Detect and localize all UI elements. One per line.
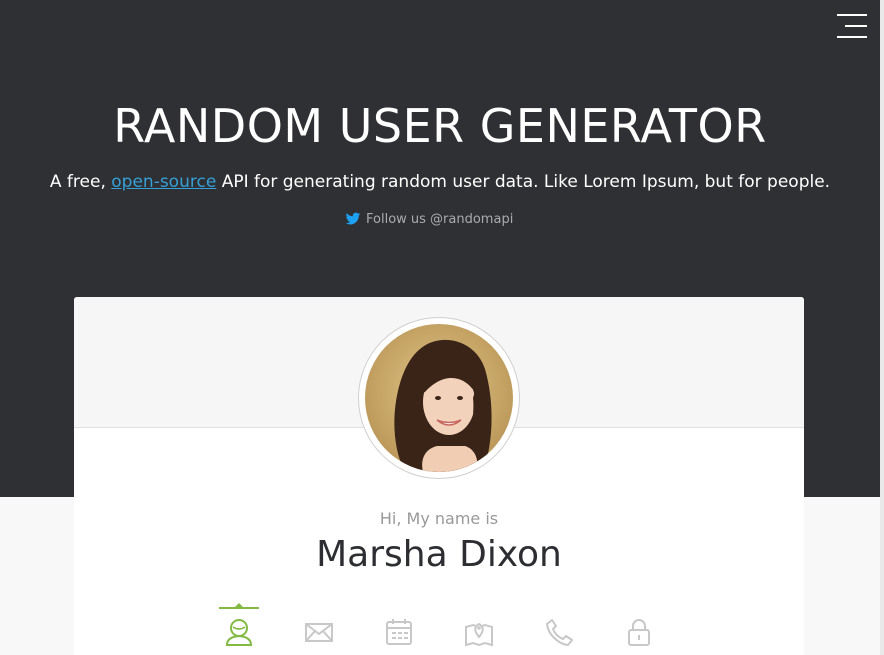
hamburger-menu-icon[interactable] <box>835 14 867 38</box>
user-icon <box>225 619 253 646</box>
subtitle-text-after: API for generating random user data. Lik… <box>221 172 831 192</box>
tab-birthday[interactable] <box>379 605 419 655</box>
user-card: Hi, My name is Marsha Dixon <box>74 297 804 655</box>
twitter-bird-icon <box>345 212 361 225</box>
user-name: Marsha Dixon <box>316 534 562 575</box>
greeting-label: Hi, My name is <box>379 509 499 528</box>
map-icon <box>465 622 493 647</box>
page-title: RANDOM USER GENERATOR <box>113 99 767 153</box>
user-detail-tabs <box>219 603 659 655</box>
tab-email[interactable] <box>299 605 339 655</box>
follow-label: Follow us @randomapi <box>366 211 514 227</box>
calendar-icon <box>386 619 412 645</box>
user-avatar <box>358 317 520 479</box>
subtitle-text-before: A free, <box>49 172 106 192</box>
tab-location[interactable] <box>459 605 499 655</box>
page-subtitle: A free, open-source API for generating r… <box>0 171 880 193</box>
tab-name[interactable] <box>219 603 259 655</box>
follow-twitter-link[interactable]: Follow us @randomapi <box>344 209 513 229</box>
phone-icon <box>546 619 573 646</box>
lock-icon <box>628 619 650 646</box>
envelope-icon <box>305 623 333 642</box>
page-scrollbar[interactable] <box>880 0 884 655</box>
tab-phone[interactable] <box>539 605 579 655</box>
open-source-link[interactable]: open-source <box>111 172 216 192</box>
avatar-photo <box>365 324 513 472</box>
tab-password[interactable] <box>619 605 659 655</box>
